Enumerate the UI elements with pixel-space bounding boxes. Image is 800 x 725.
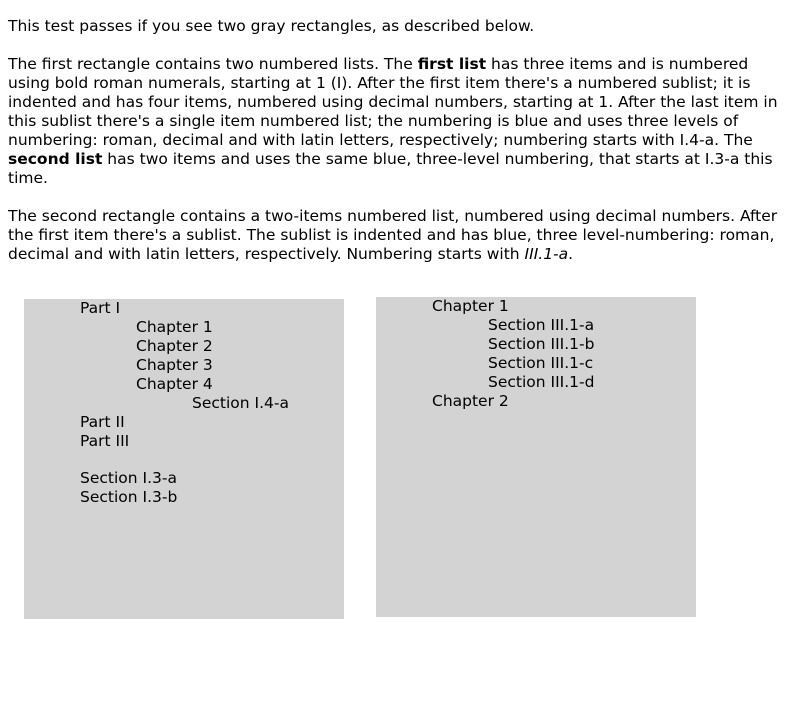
second-gray-rectangle: Chapter 1 Section III.1-a Section III.1-… <box>376 297 696 617</box>
second-list-bold: second list <box>8 150 103 168</box>
list-item-section-iii1a: Section III.1-a <box>488 316 595 334</box>
list-item-section-i3a: Section I.3-a <box>80 469 177 487</box>
start-numbering-italic: III.1-a <box>524 245 569 263</box>
para2-text-1: The second rectangle contains a two-item… <box>8 207 778 263</box>
list-item-section-iii1c: Section III.1-c <box>488 354 594 372</box>
intro-text: This test passes if you see two gray rec… <box>8 17 535 35</box>
list-item-chapter-1: Chapter 1 <box>136 318 213 336</box>
list-item-section-i4a: Section I.4-a <box>192 394 289 412</box>
para2-text-2: . <box>568 245 574 263</box>
list-item-section-i3b: Section I.3-b <box>80 488 178 506</box>
second-rectangle-description: The second rectangle contains a two-item… <box>8 207 788 264</box>
list-item-section-iii1b: Section III.1-b <box>488 335 595 353</box>
list-item-chapter-2: Chapter 2 <box>136 337 213 355</box>
first-gray-rectangle: Part I Chapter 1 Chapter 2 Chapter 3 Cha… <box>24 299 344 619</box>
first-list-bold: first list <box>417 55 487 73</box>
list-item-part-1: Part I <box>80 299 121 317</box>
list-item-chapter-4: Chapter 4 <box>136 375 213 393</box>
first-rectangle-description: The first rectangle contains two numbere… <box>8 55 788 188</box>
list-item-chapter-1: Chapter 1 <box>432 297 509 315</box>
list-item-part-2: Part II <box>80 413 125 431</box>
para1-text-1: The first rectangle contains two numbere… <box>8 55 418 73</box>
intro-paragraph: This test passes if you see two gray rec… <box>8 17 788 36</box>
list-item-chapter-2: Chapter 2 <box>432 392 509 410</box>
list-item-chapter-3: Chapter 3 <box>136 356 213 374</box>
description: This test passes if you see two gray rec… <box>8 17 788 283</box>
list-item-section-iii1d: Section III.1-d <box>488 373 595 391</box>
para1-text-3: has two items and uses the same blue, th… <box>8 150 773 187</box>
list-item-part-3: Part III <box>80 432 130 450</box>
